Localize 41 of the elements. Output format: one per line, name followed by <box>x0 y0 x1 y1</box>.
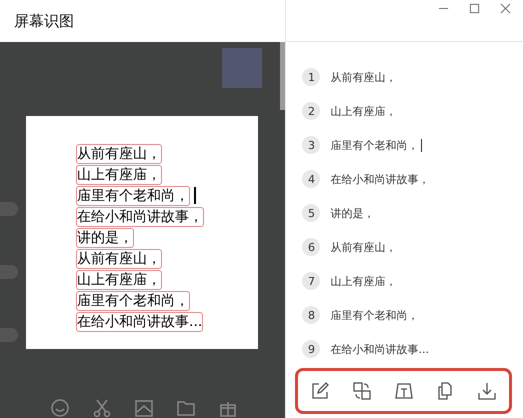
result-text[interactable]: 在给小和尚讲故事... <box>330 342 429 356</box>
result-text[interactable]: 庙里有个老和尚， <box>330 308 418 322</box>
recognized-text[interactable]: 从前有座山， <box>76 144 162 164</box>
recognized-text[interactable]: 庙里有个老和尚， <box>76 186 190 206</box>
image-icon[interactable] <box>134 398 154 418</box>
line-number: 4 <box>302 170 320 188</box>
result-text[interactable]: 在给小和尚讲故事， <box>330 172 430 186</box>
maximize-icon[interactable] <box>469 3 480 14</box>
recognized-text[interactable]: 庙里有个老和尚， <box>76 290 190 310</box>
line-number: 1 <box>302 68 320 86</box>
recognized-text[interactable]: 在给小和尚讲故事... <box>76 312 204 332</box>
line-number: 6 <box>302 238 320 256</box>
text-cursor <box>421 138 422 152</box>
translate-icon[interactable] <box>352 381 372 401</box>
smiley-icon[interactable] <box>50 398 70 418</box>
window-title: 屏幕识图 <box>14 12 74 30</box>
result-text[interactable]: 从前有座山， <box>330 70 396 84</box>
result-text[interactable]: 从前有座山， <box>330 240 396 254</box>
line-number: 3 <box>302 136 320 154</box>
close-icon[interactable] <box>500 3 511 14</box>
document-icon[interactable] <box>394 381 414 401</box>
recognized-text[interactable]: 讲的是， <box>76 228 134 248</box>
line-number: 8 <box>302 306 320 324</box>
result-text[interactable]: 山上有座庙， <box>330 274 396 288</box>
result-text[interactable]: 山上有座庙， <box>330 104 396 118</box>
line-number: 9 <box>302 340 320 358</box>
recognized-text[interactable]: 在给小和尚讲故事， <box>76 206 204 226</box>
recognized-text[interactable]: 山上有座庙， <box>76 164 162 184</box>
line-number: 7 <box>302 272 320 290</box>
thumbnail-shape <box>222 48 262 88</box>
line-number: 2 <box>302 102 320 120</box>
download-icon[interactable] <box>476 381 497 401</box>
scissors-icon[interactable] <box>92 398 112 418</box>
scrollbar <box>280 42 286 110</box>
edit-icon[interactable] <box>310 381 330 401</box>
result-text[interactable]: 讲的是， <box>330 206 374 220</box>
result-text[interactable]: 庙里有个老和尚， <box>330 138 418 152</box>
recognized-text[interactable]: 山上有座庙， <box>76 270 162 290</box>
recognized-text[interactable]: 从前有座山， <box>76 248 162 268</box>
text-cursor <box>194 187 196 204</box>
line-number: 5 <box>302 204 320 222</box>
